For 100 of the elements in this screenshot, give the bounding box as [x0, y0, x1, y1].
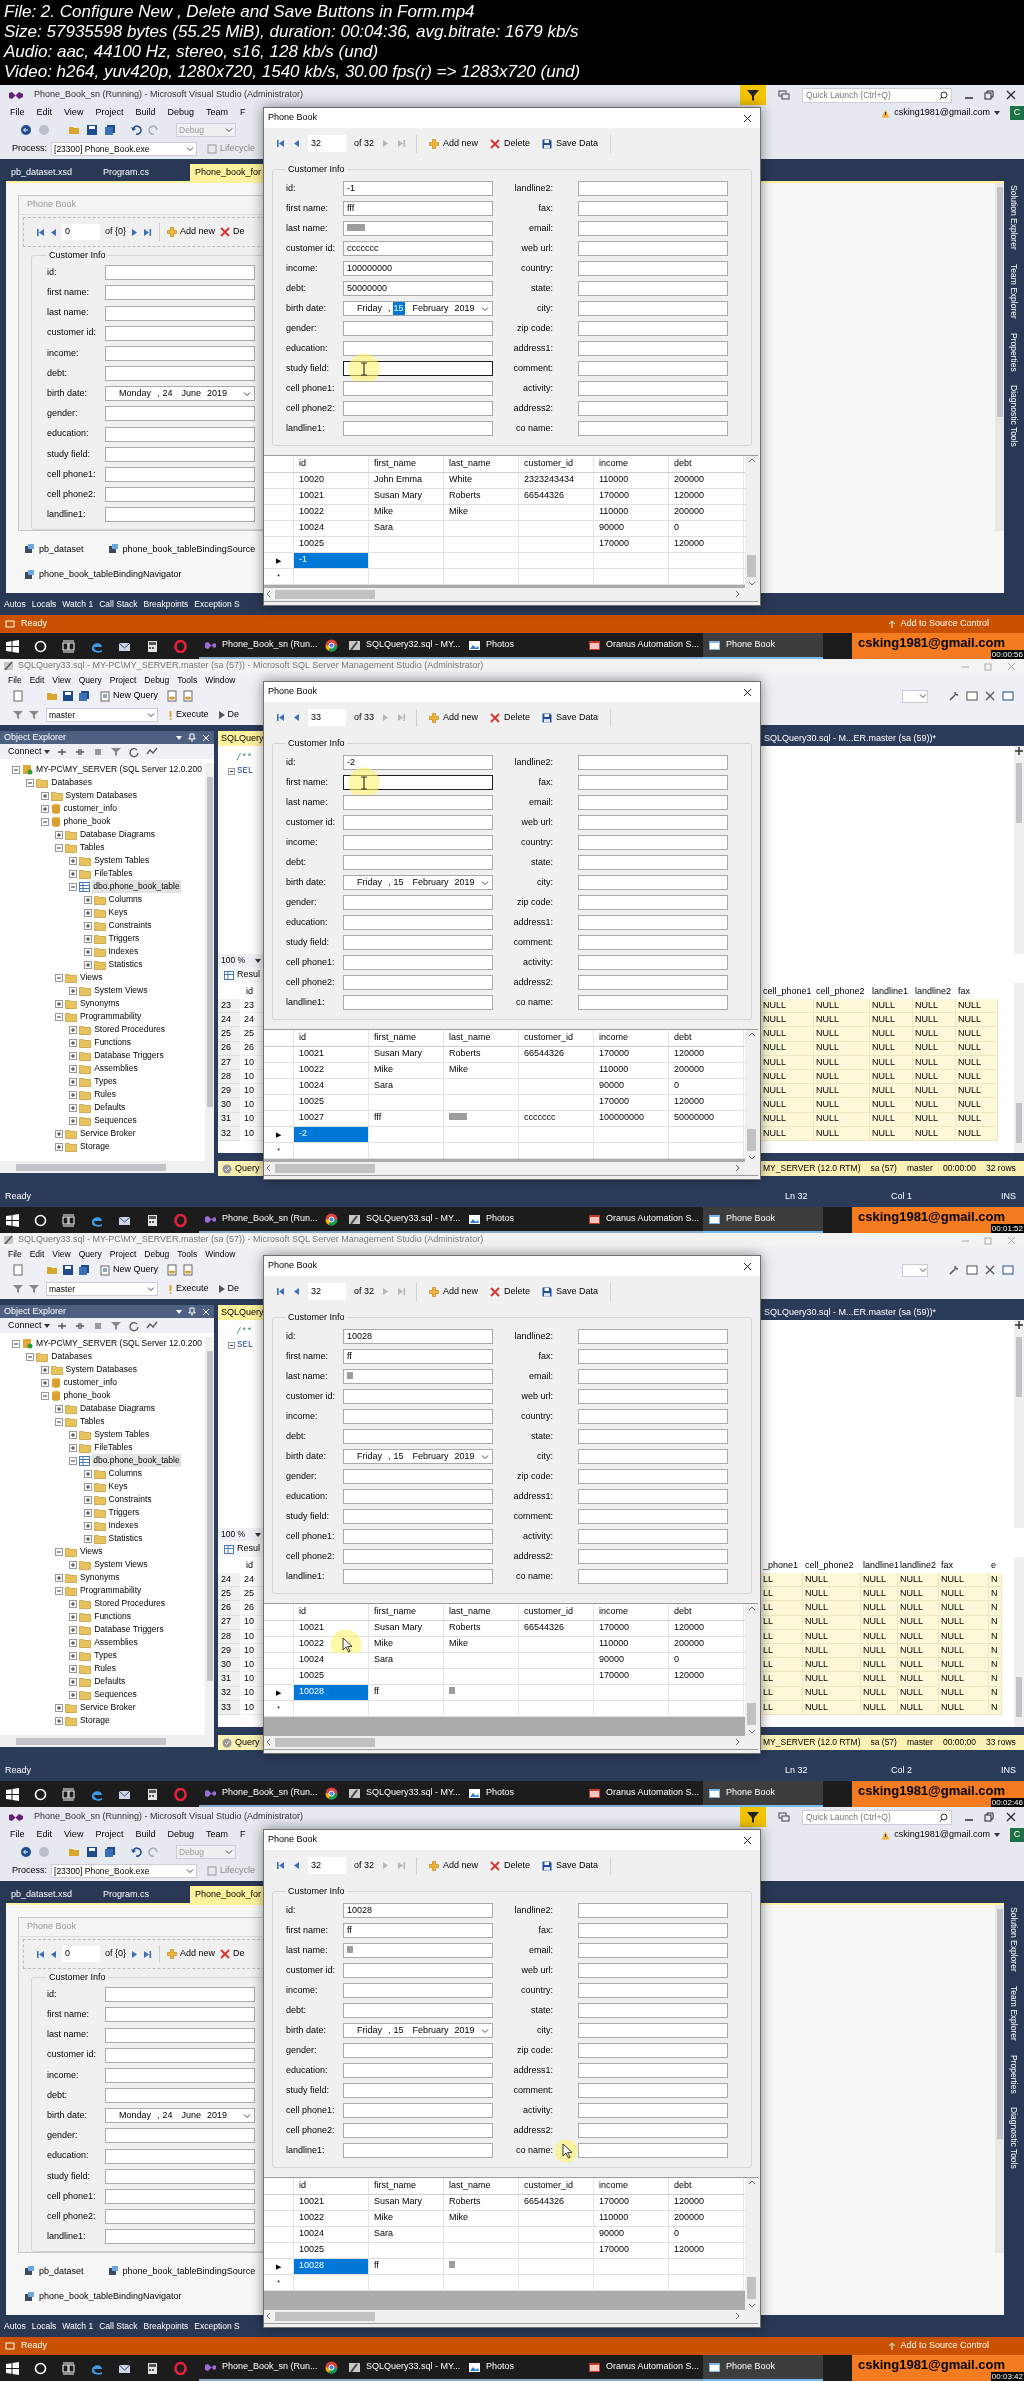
side-tab[interactable]: Diagnostic Tools: [1007, 385, 1021, 448]
debug-tab[interactable]: Breakpoints: [143, 597, 189, 611]
table-cell[interactable]: Mike: [444, 1062, 519, 1078]
table-cell[interactable]: Susan Mary: [369, 488, 444, 504]
text-field[interactable]: [343, 1983, 493, 1998]
tree-item[interactable]: FileTables: [93, 867, 134, 880]
column-header[interactable]: first_name: [369, 2177, 444, 2194]
text-field[interactable]: [343, 2063, 493, 2078]
windows-logo-icon[interactable]: [6, 2361, 19, 2375]
menu-item[interactable]: File: [4, 106, 31, 120]
process-dropdown[interactable]: [23300] Phone_Book.exe: [51, 1864, 197, 1878]
ring-icon[interactable]: [174, 1213, 187, 1227]
column-header[interactable]: last_name: [444, 455, 519, 472]
text-field[interactable]: lllllllll: [343, 221, 493, 236]
text-field[interactable]: [343, 2043, 493, 2058]
table-cell[interactable]: 2323243434: [519, 472, 594, 488]
folder-icon[interactable]: [68, 1846, 80, 1858]
funnel-icon[interactable]: [740, 85, 766, 105]
wrench-icon[interactable]: [948, 690, 960, 702]
debug-tab[interactable]: Exception S: [194, 597, 240, 611]
table-cell[interactable]: 120000: [669, 1668, 744, 1684]
next-icon[interactable]: [131, 227, 139, 237]
menu-item[interactable]: Window: [201, 673, 240, 687]
new-file-icon[interactable]: [12, 1264, 24, 1276]
tree-item[interactable]: Statistics: [107, 1532, 144, 1545]
expand-toggle-icon[interactable]: [69, 1638, 78, 1647]
close-icon[interactable]: [743, 1835, 752, 1845]
folder-icon[interactable]: [46, 690, 58, 702]
back-circle-icon[interactable]: [20, 124, 32, 136]
text-field[interactable]: [578, 1409, 728, 1424]
funnel-icon[interactable]: [740, 1807, 766, 1827]
document-tab[interactable]: SQLQuery: [218, 1305, 263, 1320]
column-header[interactable]: customer_id: [519, 2177, 594, 2194]
expand-toggle-icon[interactable]: [54, 843, 63, 852]
tree-item[interactable]: dbo.phone_book_table: [92, 880, 181, 893]
scrollbar-thumb[interactable]: [996, 187, 1003, 417]
tree-item[interactable]: Service Broker: [78, 1701, 137, 1714]
text-field[interactable]: [578, 1329, 728, 1344]
window-icon[interactable]: [1002, 690, 1014, 702]
expand-toggle-icon[interactable]: [83, 960, 92, 969]
expand-toggle-icon[interactable]: [54, 1142, 63, 1151]
text-field[interactable]: [578, 201, 728, 216]
connect-button[interactable]: Connect: [8, 744, 50, 759]
text-field[interactable]: [105, 2027, 255, 2043]
text-field[interactable]: [105, 2047, 255, 2063]
tree-item[interactable]: System Databases: [64, 1363, 138, 1376]
text-field[interactable]: [578, 895, 728, 910]
tree-item[interactable]: Programmability: [78, 1010, 143, 1023]
text-field[interactable]: [578, 955, 728, 970]
text-field[interactable]: [578, 1903, 728, 1918]
text-field[interactable]: [343, 1549, 493, 1564]
text-field[interactable]: [578, 1983, 728, 1998]
chevron-down-icon[interactable]: [186, 146, 194, 152]
column-header[interactable]: customer_id: [519, 1029, 594, 1046]
table-cell[interactable]: 10020: [294, 472, 369, 488]
text-field[interactable]: [105, 265, 255, 281]
scrollbar-thumb[interactable]: [16, 1737, 166, 1745]
table-cell[interactable]: 110000: [594, 504, 669, 520]
column-header[interactable]: cell_phone2: [814, 985, 870, 999]
text-field[interactable]: [578, 1429, 728, 1444]
warning-icon[interactable]: [881, 1830, 891, 1840]
previous-icon[interactable]: [293, 1861, 300, 1870]
table-cell[interactable]: 110000: [594, 1062, 669, 1078]
menu-item[interactable]: F: [233, 106, 252, 120]
text-field[interactable]: [343, 815, 493, 830]
search-icon[interactable]: [939, 90, 948, 100]
folder-icon[interactable]: [46, 1264, 58, 1276]
menu-item[interactable]: Debug: [140, 673, 174, 687]
expand-toggle-icon[interactable]: [54, 1129, 63, 1138]
table-cell[interactable]: Sara: [369, 2226, 444, 2242]
text-field[interactable]: [343, 895, 493, 910]
table-cell[interactable]: White: [444, 472, 519, 488]
text-field[interactable]: [343, 2103, 493, 2118]
table-cell[interactable]: 120000: [669, 2242, 744, 2258]
column-header[interactable]: _phone1: [761, 1559, 803, 1573]
search-icon[interactable]: [34, 1787, 47, 1801]
table-cell[interactable]: 10022: [294, 2210, 369, 2226]
expand-toggle-icon[interactable]: [83, 921, 92, 930]
text-field[interactable]: [578, 835, 728, 850]
expand-toggle-icon[interactable]: [54, 1716, 63, 1725]
scrollbar-thumb[interactable]: [747, 554, 756, 577]
task-view-icon[interactable]: [62, 2361, 75, 2375]
scroll-up-icon[interactable]: [747, 1031, 756, 1037]
refresh-icon[interactable]: [127, 745, 140, 758]
debug-button[interactable]: De: [218, 708, 240, 722]
text-field[interactable]: [578, 795, 728, 810]
table-cell[interactable]: 90000: [594, 1078, 669, 1094]
menu-item[interactable]: Build: [129, 106, 162, 120]
text-field[interactable]: [578, 1549, 728, 1564]
previous-icon[interactable]: [293, 1287, 300, 1296]
text-field[interactable]: [578, 1963, 728, 1978]
process-dropdown[interactable]: [23300] Phone_Book.exe: [51, 142, 197, 156]
menu-item[interactable]: View: [58, 106, 90, 120]
text-field[interactable]: [105, 467, 255, 483]
table-cell[interactable]: lllllllll: [444, 1110, 519, 1126]
stacked-disks-icon[interactable]: [104, 1846, 116, 1858]
debug-tab[interactable]: Call Stack: [99, 2319, 138, 2333]
text-field[interactable]: [578, 815, 728, 830]
position-field[interactable]: 32: [308, 1857, 346, 1874]
taskbar-button[interactable]: Phone Book: [703, 633, 823, 659]
